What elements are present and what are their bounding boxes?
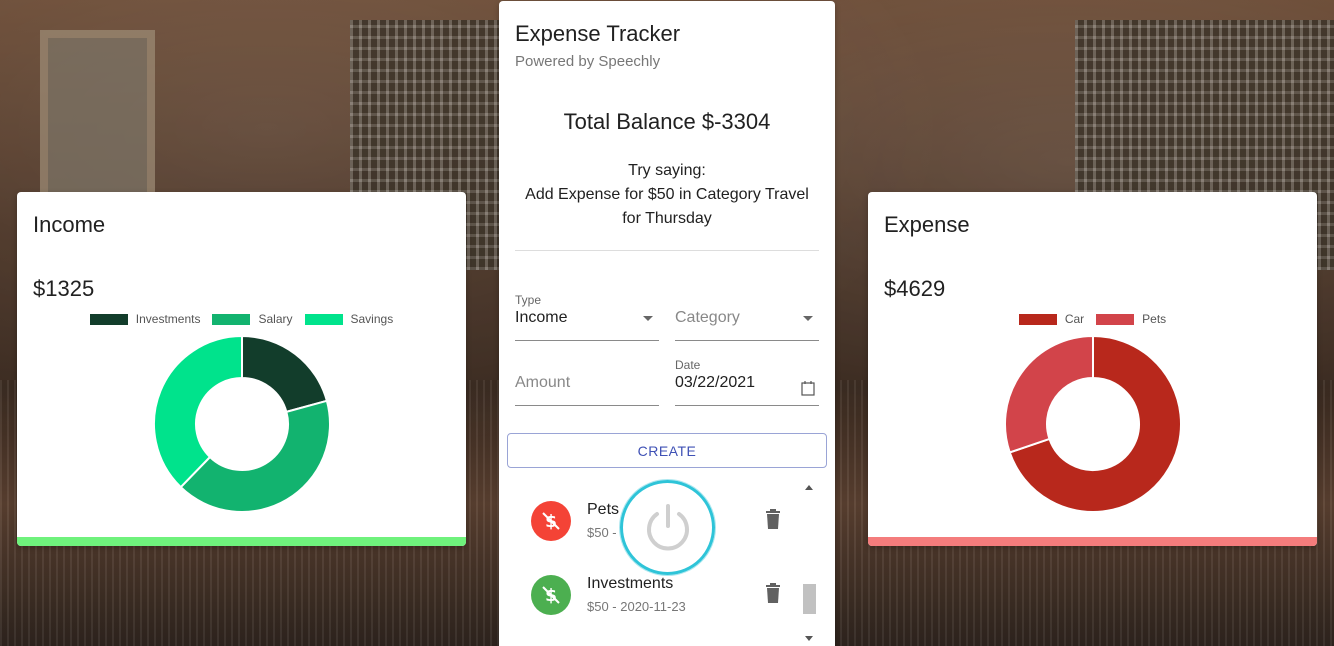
type-value: Income (515, 309, 568, 326)
amount-input[interactable]: Amount (515, 358, 659, 406)
transaction-name: Investments (587, 575, 674, 592)
scroll-thumb[interactable] (803, 584, 816, 614)
legend-item-car[interactable]: Car (1018, 312, 1085, 326)
legend-label: Salary (258, 312, 293, 326)
app-title: Expense Tracker (515, 21, 681, 46)
calendar-icon[interactable] (801, 380, 815, 396)
scrollbar[interactable] (801, 481, 817, 645)
voice-hint: Try saying: Add Expense for $50 in Categ… (519, 159, 815, 231)
legend-swatch (1018, 313, 1057, 325)
amount-placeholder: Amount (515, 374, 571, 391)
divider (515, 250, 819, 251)
voice-hint-text: Try saying: Add Expense for $50 in Categ… (525, 162, 809, 227)
legend-swatch (89, 313, 128, 325)
date-label: Date (675, 358, 701, 372)
expense-card: Expense $4629 Car Pets (868, 192, 1317, 546)
background-door (40, 30, 155, 200)
date-value: 03/22/2021 (675, 374, 756, 391)
legend-item-savings[interactable]: Savings (304, 312, 394, 326)
income-bottom-bar (17, 537, 466, 546)
expense-amount: $4629 (884, 276, 946, 301)
income-amount: $1325 (33, 276, 95, 301)
chevron-down-icon (803, 316, 813, 321)
power-icon (646, 503, 689, 550)
legend-swatch (212, 313, 251, 325)
legend-swatch (304, 313, 343, 325)
legend-label: Investments (135, 312, 201, 326)
expense-legend: Car Pets (868, 312, 1317, 326)
expense-title: Expense (884, 212, 970, 237)
donut-slice-savings[interactable] (152, 334, 243, 489)
transaction-detail: $50 - (587, 525, 617, 540)
income-card: Income $1325 Investments Salary Savings (17, 192, 466, 546)
type-label: Type (515, 293, 542, 307)
legend-swatch (1096, 313, 1135, 325)
type-select[interactable]: Type Income (515, 293, 659, 341)
create-button[interactable]: CREATE (507, 433, 827, 468)
expense-donut-chart (1003, 334, 1182, 513)
category-underline (675, 340, 819, 341)
legend-label: Savings (350, 312, 394, 326)
category-placeholder: Category (675, 309, 740, 326)
legend-item-pets[interactable]: Pets (1096, 312, 1166, 326)
legend-label: Car (1064, 312, 1085, 326)
donut-slice-pets[interactable] (1003, 334, 1094, 454)
income-donut-chart (152, 334, 331, 513)
transaction-name: Pets (587, 501, 620, 518)
legend-label: Pets (1142, 312, 1167, 326)
donut-slice-investments[interactable] (240, 334, 328, 414)
app-subtitle: Powered by Speechly (515, 53, 661, 70)
dollar-off-icon: $ (531, 501, 571, 541)
scroll-up-icon[interactable] (805, 485, 813, 490)
legend-item-salary[interactable]: Salary (212, 312, 293, 326)
trash-icon[interactable] (763, 509, 783, 531)
amount-underline (515, 405, 659, 406)
push-to-talk-button[interactable] (620, 480, 715, 575)
dollar-off-icon: $ (531, 575, 571, 615)
transaction-detail: $50 - 2020-11-23 (587, 599, 686, 614)
type-underline (515, 340, 659, 341)
expense-bottom-bar (868, 537, 1317, 546)
chevron-down-icon (643, 316, 653, 321)
total-balance: Total Balance $-3304 (563, 109, 771, 134)
legend-item-investments[interactable]: Investments (89, 312, 201, 326)
income-title: Income (33, 212, 106, 237)
date-underline (675, 405, 819, 406)
category-select[interactable]: Category (675, 293, 819, 341)
income-legend: Investments Salary Savings (17, 312, 466, 326)
trash-icon[interactable] (763, 583, 783, 605)
date-input[interactable]: Date 03/22/2021 (675, 358, 819, 406)
scroll-down-icon[interactable] (805, 636, 813, 641)
